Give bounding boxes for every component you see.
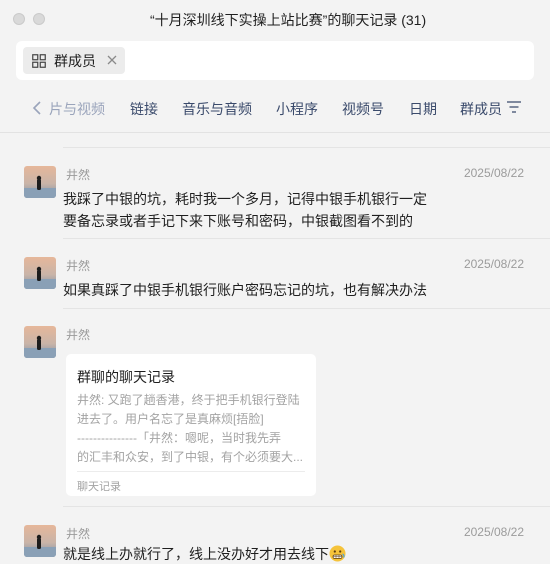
message-item[interactable]: 井然 2025/08/22 我踩了中银的坑，耗时我一个多月，记得中银手机银行一定…	[0, 166, 550, 236]
card-title: 群聊的聊天记录	[77, 369, 175, 385]
tab-date[interactable]: 日期	[409, 99, 437, 119]
card-divider	[77, 471, 305, 472]
tab-links[interactable]: 链接	[130, 99, 158, 119]
sender-name: 井然	[66, 328, 91, 342]
tabs-divider	[0, 132, 550, 133]
filter-tag-label: 群成员	[54, 52, 96, 69]
close-icon[interactable]	[105, 53, 119, 67]
message-text[interactable]: 我踩了中银的坑，耗时我一个多月，记得中银手机银行一定 要备忘录或者手记下来下账号…	[63, 188, 463, 232]
window-close-button[interactable]	[13, 13, 25, 25]
window-title: “十月深圳线下实操上站比赛”的聊天记录 (31)	[150, 12, 427, 28]
avatar[interactable]	[24, 525, 56, 557]
card-preview-line: ---------------「井然：嗯呢，当时我先弄	[77, 431, 281, 445]
category-tabs: 片与视频 链接 音乐与音频 小程序 视频号 日期 群成员	[0, 88, 550, 128]
sender-name: 井然	[66, 168, 91, 182]
filter-tag-bar[interactable]: 群成员	[16, 41, 534, 80]
message-date: 2025/08/22	[463, 257, 524, 271]
filter-icon[interactable]	[506, 100, 522, 114]
title-bar: “十月深圳线下实操上站比赛”的聊天记录 (31)	[0, 0, 550, 38]
tab-music-audio[interactable]: 音乐与音频	[182, 99, 252, 119]
message-text[interactable]: 如果真踩了中银手机银行账户密码忘记的坑，也有解决办法	[63, 279, 463, 301]
message-item[interactable]: 井然 2025/08/22 如果真踩了中银手机银行账户密码忘记的坑，也有解决办法	[0, 257, 550, 302]
window-minimize-button[interactable]	[33, 13, 45, 25]
message-item[interactable]: 井然 2025/08/22 就是线上办就行了，线上没办好才用去线下	[0, 525, 550, 564]
message-line: 就是线上办就行了，线上没办好才用去线下	[63, 546, 329, 562]
tab-group-members[interactable]: 群成员	[460, 99, 502, 119]
message-line: 要备忘录或者手记下来下账号和密码，中银截图看不到的	[63, 213, 413, 229]
grid-icon	[32, 53, 46, 68]
avatar[interactable]	[24, 326, 56, 358]
message-separator	[63, 308, 550, 309]
chat-record-card[interactable]: 群聊的聊天记录 井然: 又跑了趟香港，终于把手机银行登陆 进去了。用户名忘了是真…	[66, 354, 316, 496]
message-separator	[63, 147, 550, 148]
card-preview: 井然: 又跑了趟香港，终于把手机银行登陆 进去了。用户名忘了是真麻烦[捂脸] -…	[77, 391, 307, 467]
message-date: 2025/08/22	[463, 525, 524, 539]
card-preview-line: 的汇丰和众安，到了中银，有个必须要大...	[77, 450, 304, 464]
avatar[interactable]	[24, 257, 56, 289]
filter-tag-group-members[interactable]: 群成员	[23, 47, 125, 74]
grimacing-emoji-icon	[329, 545, 346, 562]
tab-photos-videos[interactable]: 片与视频	[49, 99, 105, 119]
chevron-left-icon[interactable]	[30, 99, 44, 117]
message-item[interactable]: 井然 群聊的聊天记录 井然: 又跑了趟香港，终于把手机银行登陆 进去了。用户名忘…	[0, 326, 550, 501]
sender-name: 井然	[66, 527, 91, 541]
sender-name: 井然	[66, 259, 91, 273]
avatar[interactable]	[24, 166, 56, 198]
message-separator	[63, 506, 550, 507]
message-date: 2025/08/22	[463, 166, 524, 180]
chat-history-window: “十月深圳线下实操上站比赛”的聊天记录 (31) 群成员 片与视频 链接 音乐与…	[0, 0, 550, 564]
tab-channels[interactable]: 视频号	[342, 99, 384, 119]
message-text[interactable]: 就是线上办就行了，线上没办好才用去线下	[63, 543, 523, 564]
card-preview-line: 进去了。用户名忘了是真麻烦[捂脸]	[77, 412, 264, 426]
tab-mini-programs[interactable]: 小程序	[276, 99, 318, 119]
card-footer: 聊天记录	[77, 481, 121, 493]
message-line: 我踩了中银的坑，耗时我一个多月，记得中银手机银行一定	[63, 191, 427, 207]
card-preview-line: 井然: 又跑了趟香港，终于把手机银行登陆	[77, 393, 300, 407]
message-separator	[63, 238, 550, 239]
